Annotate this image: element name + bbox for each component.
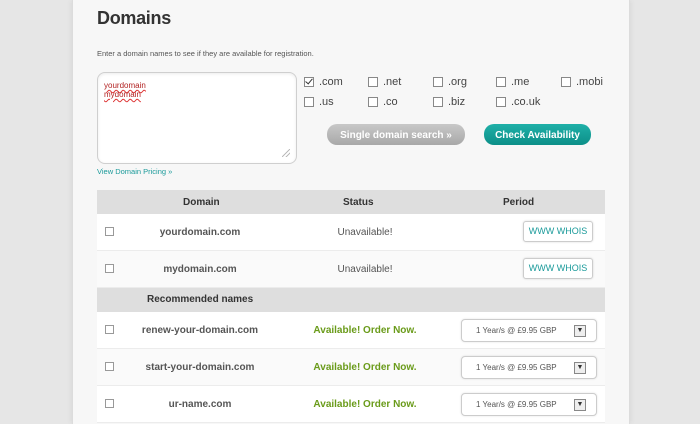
checkbox-biz[interactable]	[433, 97, 443, 107]
tld-co[interactable]: .co	[368, 96, 398, 108]
period-value: 1 Year/s @ £9.95 GBP	[476, 326, 557, 335]
period-value: 1 Year/s @ £9.95 GBP	[476, 363, 557, 372]
tld-label-co-uk: .co.uk	[511, 96, 541, 108]
checkbox-us[interactable]	[304, 97, 314, 107]
column-header-status: Status	[343, 197, 374, 208]
checkbox-me[interactable]	[496, 77, 506, 87]
chevron-down-icon[interactable]: ▼	[574, 399, 586, 411]
chevron-down-icon[interactable]: ▼	[574, 362, 586, 374]
single-domain-search-button[interactable]: Single domain search »	[327, 124, 465, 145]
tld-label-co: .co	[383, 96, 398, 108]
page-title: Domains	[97, 8, 171, 28]
table-row: start-your-domain.com Available! Order N…	[97, 349, 605, 386]
table-row: ur-name.com Available! Order Now. 1 Year…	[97, 386, 605, 423]
tld-com[interactable]: .com	[304, 76, 343, 88]
check-availability-button[interactable]: Check Availability	[484, 124, 591, 145]
period-select[interactable]: 1 Year/s @ £9.95 GBP ▼	[461, 356, 597, 379]
tld-label-biz: .biz	[448, 96, 466, 108]
tld-label-com: .com	[319, 76, 343, 88]
domain-status: Unavailable!	[337, 227, 393, 238]
tld-biz[interactable]: .biz	[433, 96, 465, 108]
domain-status: Unavailable!	[337, 264, 393, 275]
tld-label-me: .me	[511, 76, 530, 88]
table-row: renew-your-domain.com Available! Order N…	[97, 312, 605, 349]
domain-search-page: Domains Enter a domain names to see if t…	[72, 0, 630, 424]
whois-button[interactable]: WWW WHOIS	[523, 258, 593, 279]
tld-org[interactable]: .org	[433, 76, 467, 88]
results-table: Domain Status Period yourdomain.com Unav…	[97, 190, 605, 423]
table-header: Domain Status Period	[97, 190, 605, 214]
resize-grip-icon[interactable]	[282, 149, 290, 157]
domain-name: yourdomain.com	[159, 227, 241, 238]
period-select[interactable]: 1 Year/s @ £9.95 GBP ▼	[461, 319, 597, 342]
domain-status[interactable]: Available! Order Now.	[303, 325, 427, 336]
domain-name: start-your-domain.com	[145, 362, 255, 373]
checkbox-net[interactable]	[368, 77, 378, 87]
checkbox-com[interactable]	[304, 77, 314, 87]
domain-status[interactable]: Available! Order Now.	[303, 399, 427, 410]
column-header-period: Period	[503, 197, 535, 208]
checkbox-mobi[interactable]	[561, 77, 571, 87]
table-row: mydomain.com Unavailable! WWW WHOIS	[97, 251, 605, 288]
checkbox-co[interactable]	[368, 97, 378, 107]
domain-names-textarea[interactable]	[104, 81, 284, 151]
domain-name: renew-your-domain.com	[141, 325, 259, 336]
whois-button[interactable]: WWW WHOIS	[523, 221, 593, 242]
checkbox-co-uk[interactable]	[496, 97, 506, 107]
view-domain-pricing-link[interactable]: View Domain Pricing »	[97, 167, 172, 176]
page-subtitle: Enter a domain names to see if they are …	[97, 49, 314, 58]
domain-name: ur-name.com	[168, 399, 232, 410]
recommended-names-header: Recommended names	[97, 288, 605, 312]
column-header-domain: Domain	[183, 197, 220, 208]
period-value: 1 Year/s @ £9.95 GBP	[476, 400, 557, 409]
table-row: yourdomain.com Unavailable! WWW WHOIS	[97, 214, 605, 251]
domain-textarea-box	[97, 72, 297, 164]
tld-me[interactable]: .me	[496, 76, 529, 88]
period-select[interactable]: 1 Year/s @ £9.95 GBP ▼	[461, 393, 597, 416]
checkbox-org[interactable]	[433, 77, 443, 87]
tld-net[interactable]: .net	[368, 76, 401, 88]
tld-label-net: .net	[383, 76, 402, 88]
tld-label-mobi: .mobi	[576, 76, 603, 88]
tld-us[interactable]: .us	[304, 96, 334, 108]
domain-name: mydomain.com	[163, 264, 237, 275]
tld-co-uk[interactable]: .co.uk	[496, 96, 540, 108]
tld-mobi[interactable]: .mobi	[561, 76, 603, 88]
recommended-names-title: Recommended names	[147, 294, 254, 305]
chevron-down-icon[interactable]: ▼	[574, 325, 586, 337]
tld-label-us: .us	[319, 96, 334, 108]
domain-status[interactable]: Available! Order Now.	[303, 362, 427, 373]
tld-label-org: .org	[448, 76, 467, 88]
